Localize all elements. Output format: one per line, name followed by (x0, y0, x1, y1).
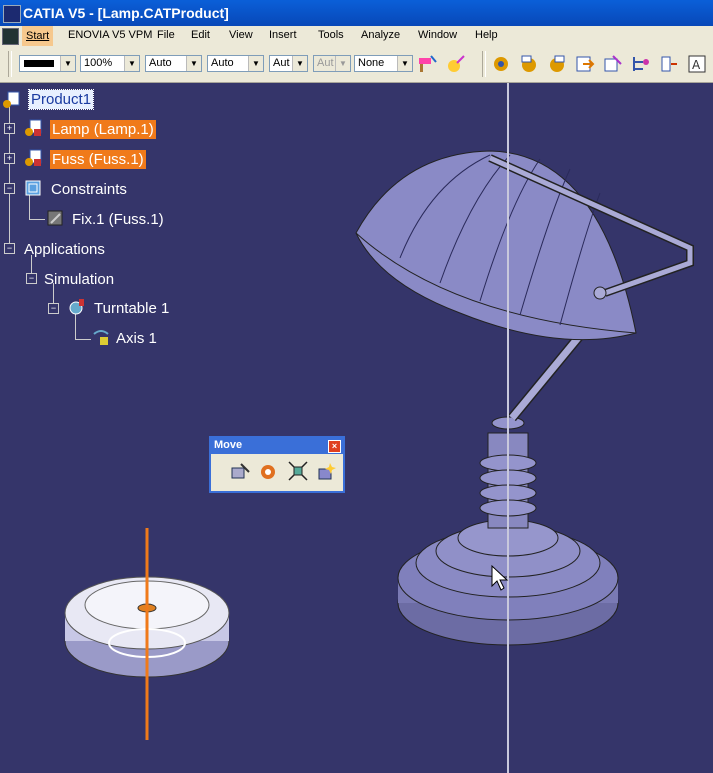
tree-label-constraints[interactable]: Constraints (49, 180, 129, 199)
move-toolbar[interactable]: Move × (209, 436, 345, 493)
menu-bar: Start ENOVIA V5 VPM File Edit View Inser… (0, 26, 713, 46)
menu-analyze[interactable]: Analyze (361, 29, 400, 41)
expand-plus-icon[interactable]: + (4, 153, 15, 164)
tree-connector (29, 219, 45, 220)
tree-label-product1[interactable]: Product1 (27, 89, 95, 110)
collapse-minus-icon[interactable]: − (26, 273, 37, 284)
layer-value: None (358, 57, 385, 69)
tree-node-axis[interactable]: Axis 1 (114, 330, 159, 347)
chevron-down-icon: ▼ (335, 56, 350, 71)
menu-view[interactable]: View (229, 29, 253, 41)
lineweight-value: Auto (211, 57, 234, 69)
tree-node-lamp[interactable]: Lamp (Lamp.1) (50, 120, 156, 139)
svg-text:A: A (692, 58, 701, 72)
tree-node-turntable[interactable]: Turntable 1 (92, 300, 171, 317)
color-combo[interactable]: ▼ (19, 55, 76, 72)
rendering-style-value: Aut (317, 57, 334, 69)
window-title: CATIA V5 - [Lamp.CATProduct] (23, 5, 229, 21)
tree-label-fuss[interactable]: Fuss (Fuss.1) (50, 150, 146, 169)
menu-help[interactable]: Help (475, 29, 498, 41)
chevron-down-icon: ▼ (292, 56, 307, 71)
tree-node-fuss[interactable]: Fuss (Fuss.1) (50, 150, 146, 169)
lineweight-combo[interactable]: Auto ▼ (207, 55, 264, 72)
tree-connector (75, 313, 76, 339)
tree-label-lamp[interactable]: Lamp (Lamp.1) (50, 120, 156, 139)
collapse-minus-icon[interactable]: − (4, 183, 15, 194)
tree-label-turntable[interactable]: Turntable 1 (92, 299, 171, 318)
tree-label-simulation[interactable]: Simulation (42, 270, 116, 289)
chevron-down-icon: ▼ (186, 56, 201, 71)
move-toolbar-title: Move (214, 439, 243, 451)
collapse-minus-icon[interactable]: − (48, 303, 59, 314)
format-painter-icon[interactable] (417, 54, 437, 74)
generate-numbering-icon[interactable] (659, 54, 679, 74)
tree-label-applications[interactable]: Applications (22, 240, 107, 259)
snap-icon[interactable] (258, 460, 280, 482)
tree-node-applications[interactable]: Applications (22, 241, 107, 258)
rendering-style-combo[interactable]: Aut ▼ (313, 55, 351, 72)
explode-icon[interactable] (287, 460, 309, 482)
stop-manipulate-on-clash-icon[interactable] (316, 460, 338, 482)
title-bar: CATIA V5 - [Lamp.CATProduct] (0, 0, 713, 26)
menu-start[interactable]: Start (22, 26, 54, 46)
chevron-down-icon: ▼ (397, 56, 412, 71)
constraints-icon (25, 180, 41, 196)
component-icon (25, 119, 42, 136)
replace-component-icon[interactable] (603, 54, 623, 74)
document-icon[interactable] (2, 28, 19, 45)
chevron-down-icon: ▼ (248, 56, 263, 71)
menu-enovia[interactable]: ENOVIA V5 VPM (68, 29, 152, 41)
fix-constraint-icon (47, 210, 63, 226)
transparency-value: 100% (84, 57, 113, 69)
menu-file[interactable]: File (157, 29, 175, 41)
turntable-mechanism-icon (69, 299, 84, 315)
selective-load-icon[interactable]: A (687, 54, 707, 74)
component-icon (25, 149, 42, 166)
manipulate-icon[interactable] (229, 460, 251, 482)
tree-label-fix[interactable]: Fix.1 (Fuss.1) (70, 210, 166, 229)
specification-tree: Product1 + Lamp (Lamp.1) + Fuss (Fuss.1)… (0, 83, 240, 363)
linetype-value: Auto (149, 57, 172, 69)
point-symbol-combo[interactable]: Aut ▼ (269, 55, 308, 72)
graphic-properties-toolbar: ▼ 100% ▼ Auto ▼ Auto ▼ Aut ▼ Aut ▼ None … (0, 46, 713, 83)
toolbar-separator (482, 51, 486, 77)
color-swatch (24, 60, 54, 67)
3d-viewport[interactable]: Product1 + Lamp (Lamp.1) + Fuss (Fuss.1)… (0, 83, 713, 773)
menu-tools[interactable]: Tools (318, 29, 344, 41)
catia-app-icon[interactable] (3, 5, 21, 23)
menu-edit[interactable]: Edit (191, 29, 210, 41)
graph-tree-reordering-icon[interactable] (631, 54, 651, 74)
close-icon[interactable]: × (328, 440, 341, 453)
graphic-properties-icon[interactable] (445, 54, 465, 74)
component-gear-icon[interactable] (519, 54, 539, 74)
tree-node-constraints[interactable]: Constraints (49, 181, 129, 198)
tree-node-product1[interactable]: Product1 (27, 89, 95, 110)
tree-label-axis[interactable]: Axis 1 (114, 329, 159, 348)
collapse-minus-icon[interactable]: − (4, 243, 15, 254)
layer-combo[interactable]: None ▼ (354, 55, 413, 72)
lamp-part[interactable] (355, 150, 694, 646)
point-symbol-value: Aut (273, 57, 290, 69)
linetype-combo[interactable]: Auto ▼ (145, 55, 202, 72)
product-icon (3, 91, 20, 108)
tree-node-fix[interactable]: Fix.1 (Fuss.1) (70, 211, 166, 228)
transparency-combo[interactable]: 100% ▼ (80, 55, 140, 72)
tree-node-simulation[interactable]: Simulation (42, 271, 116, 288)
toolbar-handle[interactable] (8, 51, 12, 77)
menu-insert[interactable]: Insert (269, 29, 297, 41)
menu-window[interactable]: Window (418, 29, 457, 41)
part-gear-icon[interactable] (547, 54, 567, 74)
tree-connector (75, 339, 91, 340)
move-toolbar-caption[interactable]: Move × (211, 438, 343, 454)
existing-component-icon[interactable] (575, 54, 595, 74)
tree-connector (29, 195, 30, 219)
axis-joint-icon (93, 330, 109, 345)
chevron-down-icon: ▼ (124, 56, 139, 71)
product-gear-icon[interactable] (491, 54, 511, 74)
expand-plus-icon[interactable]: + (4, 123, 15, 134)
chevron-down-icon: ▼ (60, 56, 75, 71)
